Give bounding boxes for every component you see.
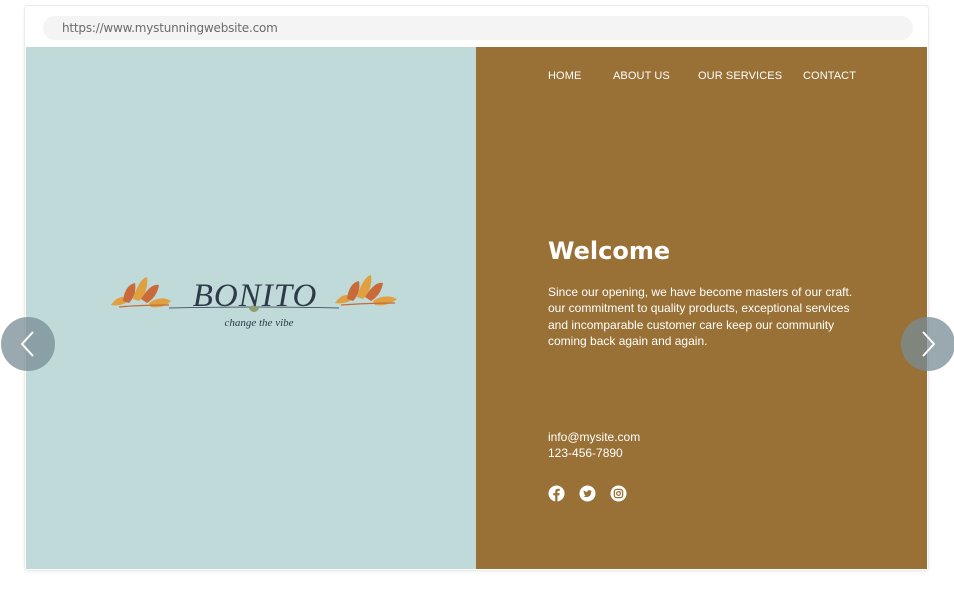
contact-phone[interactable]: 123-456-7890 xyxy=(548,446,623,460)
address-bar[interactable]: https://www.mystunningwebsite.com xyxy=(43,16,913,40)
browser-window: https://www.mystunningwebsite.com BONITO… xyxy=(24,5,929,571)
instagram-icon[interactable] xyxy=(610,485,627,502)
chevron-right-icon xyxy=(922,331,936,357)
chevron-left-icon xyxy=(20,331,34,357)
contact-email[interactable]: info@mysite.com xyxy=(548,430,640,444)
welcome-heading: Welcome xyxy=(548,237,671,265)
facebook-icon[interactable] xyxy=(548,485,565,502)
website-preview: BONITO change the vibe HOME ABOUT US OUR… xyxy=(26,47,927,569)
carousel-prev-button[interactable] xyxy=(1,317,55,371)
bonito-logo: BONITO change the vibe xyxy=(111,275,397,329)
right-lotus-decoration xyxy=(335,275,397,306)
welcome-paragraph: Since our opening, we have become master… xyxy=(548,285,853,349)
logo-wordmark: BONITO xyxy=(193,278,318,314)
url-text: https://www.mystunningwebsite.com xyxy=(62,21,278,35)
nav-home-link[interactable]: HOME xyxy=(548,70,588,82)
logo-tagline: change the vibe xyxy=(224,317,293,329)
nav-about-link[interactable]: ABOUT US xyxy=(613,70,683,82)
hero-right-panel: HOME ABOUT US OUR SERVICES CONTACT Welco… xyxy=(476,47,927,569)
nav-contact-link[interactable]: CONTACT xyxy=(803,70,863,82)
nav-services-link[interactable]: OUR SERVICES xyxy=(698,70,788,82)
carousel-next-button[interactable] xyxy=(901,317,954,371)
twitter-icon[interactable] xyxy=(579,485,596,502)
hero-left-panel: BONITO change the vibe xyxy=(26,47,476,569)
left-lotus-decoration xyxy=(111,277,171,308)
